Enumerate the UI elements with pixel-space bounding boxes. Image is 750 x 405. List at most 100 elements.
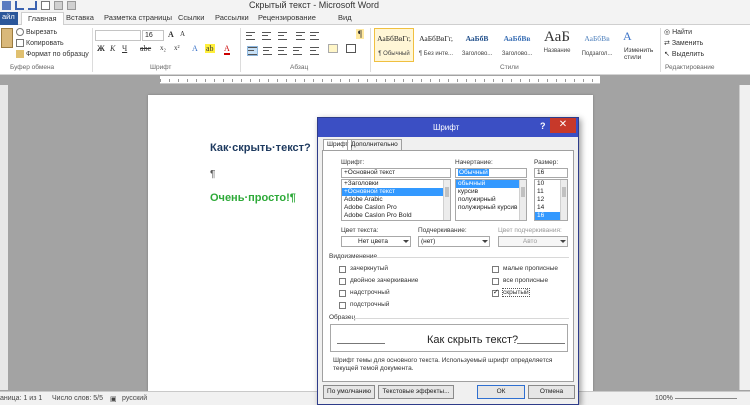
style-title[interactable]: АаБ Название bbox=[537, 28, 577, 62]
shrink-font-button[interactable]: A bbox=[180, 30, 185, 38]
zoom-slider[interactable] bbox=[675, 398, 737, 399]
double-strikethrough-checkbox[interactable] bbox=[339, 278, 346, 285]
redo-icon[interactable] bbox=[28, 1, 37, 10]
save-icon[interactable] bbox=[2, 1, 11, 10]
style-heading-1[interactable]: АаБбВ Заголово... bbox=[457, 28, 497, 62]
style-subtitle[interactable]: АаБбВв Подзагол... bbox=[577, 28, 617, 62]
all-caps-label[interactable]: все прописные bbox=[503, 277, 548, 284]
list-item[interactable]: Adobe Caslon Pro bbox=[342, 204, 450, 212]
list-item[interactable]: полужирный курсив bbox=[456, 204, 526, 212]
bullets-button[interactable] bbox=[246, 32, 255, 40]
shading-button[interactable] bbox=[328, 44, 338, 53]
tab-advanced[interactable]: Дополнительно bbox=[347, 139, 402, 150]
font-name-list[interactable]: +Заголовки +Основной текст Adobe Arabic … bbox=[341, 179, 451, 221]
paste-icon[interactable] bbox=[1, 28, 13, 48]
style-no-spacing[interactable]: АаБбВвГг, ¶ Без инте... bbox=[416, 28, 456, 62]
strikethrough-button[interactable]: abc bbox=[140, 44, 151, 53]
language-indicator[interactable]: русский bbox=[122, 395, 147, 402]
style-normal[interactable]: АаБбВвГг, ¶ Обычный bbox=[374, 28, 414, 62]
show-formatting-button[interactable]: ¶ bbox=[356, 29, 365, 39]
text-effects-button[interactable]: Текстовые эффекты... bbox=[378, 385, 454, 399]
underline-button[interactable]: Ч bbox=[122, 44, 127, 53]
align-right-button[interactable] bbox=[278, 47, 287, 55]
subscript-button[interactable]: x₂ bbox=[160, 44, 166, 52]
find-button[interactable]: ◎ Найти bbox=[664, 28, 692, 36]
tab-view[interactable]: Вид bbox=[338, 13, 352, 22]
page-count[interactable]: аница: 1 из 1 bbox=[0, 395, 42, 402]
zoom-level[interactable]: 100% bbox=[655, 395, 673, 402]
cut-button[interactable]: Вырезать bbox=[16, 28, 57, 36]
replace-button[interactable]: ⇄ Заменить bbox=[664, 39, 703, 47]
list-item[interactable]: Adobe Arabic bbox=[342, 196, 450, 204]
style-heading-2[interactable]: АаБбВв Заголово... bbox=[497, 28, 537, 62]
tab-review[interactable]: Рецензирование bbox=[258, 13, 316, 22]
italic-button[interactable]: К bbox=[110, 44, 115, 53]
font-style-input[interactable]: Обычный bbox=[455, 168, 527, 178]
subscript-checkbox[interactable] bbox=[339, 302, 346, 309]
increase-indent-button[interactable] bbox=[310, 32, 319, 40]
close-icon[interactable]: ✕ bbox=[550, 118, 576, 133]
document-line-1[interactable]: Как·скрыть·текст? bbox=[210, 142, 311, 154]
format-painter-button[interactable]: Формат по образцу bbox=[16, 50, 89, 58]
small-caps-checkbox[interactable] bbox=[492, 266, 499, 273]
align-center-button[interactable] bbox=[263, 47, 272, 55]
align-left-button[interactable] bbox=[247, 46, 258, 56]
borders-button[interactable] bbox=[346, 44, 356, 53]
line-spacing-button[interactable] bbox=[310, 47, 319, 55]
font-style-list[interactable]: обычный курсив полужирный полужирный кур… bbox=[455, 179, 527, 221]
subscript-label[interactable]: подстрочный bbox=[350, 301, 389, 308]
copy-button[interactable]: Копировать bbox=[16, 39, 64, 47]
font-size-input[interactable]: 16 bbox=[534, 168, 568, 178]
superscript-label[interactable]: надстрочный bbox=[350, 289, 390, 296]
undo-icon[interactable] bbox=[15, 1, 24, 10]
list-item[interactable]: обычный bbox=[456, 180, 526, 188]
superscript-button[interactable]: x² bbox=[174, 44, 180, 52]
list-item[interactable]: полужирный bbox=[456, 196, 526, 204]
tab-home[interactable]: Главная bbox=[21, 12, 64, 26]
help-icon[interactable]: ? bbox=[540, 121, 548, 133]
font-color-button[interactable]: A bbox=[224, 44, 230, 55]
horizontal-ruler[interactable] bbox=[160, 76, 600, 84]
justify-button[interactable] bbox=[293, 47, 302, 55]
word-count[interactable]: Число слов: 5/5 bbox=[52, 395, 103, 402]
change-styles-icon[interactable]: A bbox=[623, 29, 632, 44]
change-styles-button[interactable]: Изменить стили bbox=[624, 47, 658, 61]
open-icon[interactable] bbox=[67, 1, 76, 10]
small-caps-label[interactable]: малые прописные bbox=[503, 265, 558, 272]
document-line-2[interactable]: ¶ bbox=[210, 169, 215, 180]
list-item[interactable]: Adobe Caslon Pro Bold bbox=[342, 212, 450, 220]
bold-button[interactable]: Ж bbox=[97, 44, 105, 53]
new-document-icon[interactable] bbox=[41, 1, 50, 10]
list-scrollbar[interactable] bbox=[443, 180, 450, 220]
print-preview-icon[interactable] bbox=[54, 1, 63, 10]
set-default-button[interactable]: По умолчанию bbox=[323, 385, 375, 399]
highlight-button[interactable]: ab bbox=[205, 44, 215, 53]
proofing-icon[interactable]: ▣ bbox=[110, 395, 117, 403]
list-scrollbar[interactable] bbox=[560, 180, 567, 220]
double-strikethrough-label[interactable]: двойное зачеркивание bbox=[350, 277, 418, 284]
select-button[interactable]: ↖ Выделить bbox=[664, 50, 704, 58]
underline-combo[interactable]: (нет) bbox=[418, 236, 490, 247]
ok-button[interactable]: ОК bbox=[477, 385, 525, 399]
vertical-scrollbar[interactable] bbox=[739, 85, 750, 390]
tab-page-layout[interactable]: Разметка страницы bbox=[104, 13, 172, 22]
strikethrough-label[interactable]: зачеркнутый bbox=[350, 265, 388, 272]
text-effects-button[interactable]: A bbox=[192, 44, 198, 53]
numbering-button[interactable] bbox=[262, 32, 271, 40]
tab-mailings[interactable]: Рассылки bbox=[215, 13, 249, 22]
list-scrollbar[interactable] bbox=[519, 180, 526, 220]
list-item[interactable]: +Основной текст bbox=[342, 188, 450, 196]
tab-insert[interactable]: Вставка bbox=[66, 13, 94, 22]
tab-file[interactable]: айл bbox=[0, 12, 18, 25]
cancel-button[interactable]: Отмена bbox=[528, 385, 575, 399]
document-line-3[interactable]: Очень·просто!¶ bbox=[210, 192, 296, 204]
multilevel-list-button[interactable] bbox=[278, 32, 287, 40]
list-item[interactable]: +Заголовки bbox=[342, 180, 450, 188]
hidden-checkbox[interactable] bbox=[492, 288, 499, 297]
tab-references[interactable]: Ссылки bbox=[178, 13, 204, 22]
strikethrough-checkbox[interactable] bbox=[339, 266, 346, 273]
grow-font-button[interactable]: A bbox=[168, 30, 174, 39]
font-size-combo[interactable]: 16 bbox=[142, 30, 164, 41]
hidden-label[interactable]: скрытый bbox=[502, 288, 530, 297]
text-color-combo[interactable]: Нет цвета bbox=[341, 236, 411, 247]
